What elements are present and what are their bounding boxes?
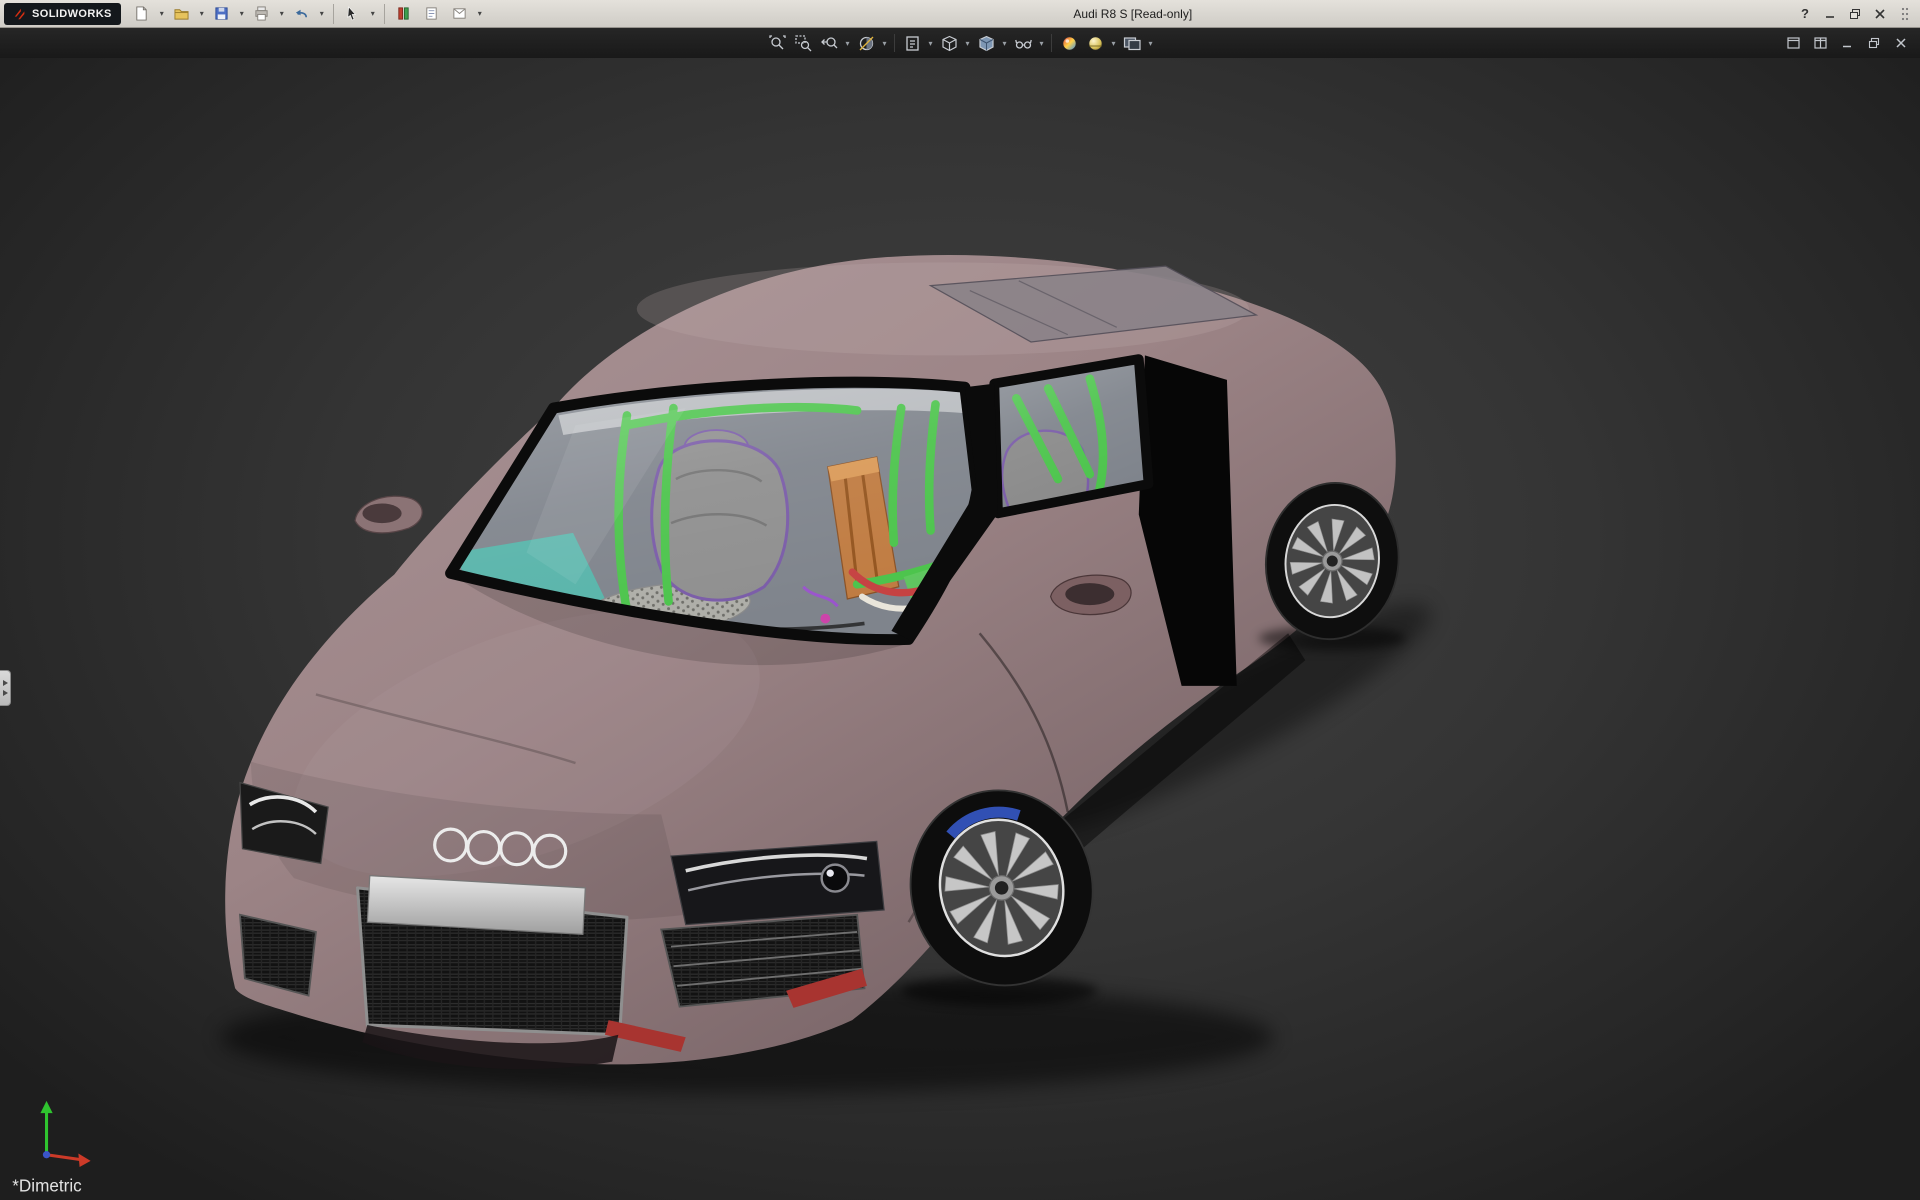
view-settings-button[interactable] [1120, 31, 1144, 55]
view-settings-icon [1123, 35, 1142, 52]
minimize-icon [1824, 8, 1836, 20]
toolbar-separator [333, 4, 334, 24]
zoom-to-fit-icon [769, 35, 786, 52]
window-controls: ? [1796, 5, 1916, 23]
properties-button[interactable] [447, 2, 473, 26]
previous-view-icon [821, 35, 838, 52]
close-document-icon [1895, 37, 1907, 49]
minimize-button[interactable] [1821, 5, 1839, 23]
minimize-document-button[interactable] [1838, 35, 1856, 51]
view-toolbar-separator [1051, 34, 1052, 52]
print-icon [254, 6, 269, 21]
select-button[interactable] [340, 2, 366, 26]
grip-dots-icon [1901, 7, 1909, 21]
side-window[interactable] [994, 359, 1148, 513]
solidworks-logo: SOLIDWORKS [4, 3, 121, 25]
select-cursor-icon [345, 6, 360, 21]
new-document-button[interactable] [129, 2, 155, 26]
save-button[interactable] [209, 2, 235, 26]
view-toolbar-separator [894, 34, 895, 52]
window-grip[interactable] [1896, 5, 1914, 23]
new-window-button[interactable] [1784, 35, 1802, 51]
edit-appearance-sphere-icon [1061, 35, 1078, 52]
right-headlight[interactable] [671, 841, 884, 924]
left-mirror[interactable] [355, 496, 422, 533]
section-view-caret[interactable] [880, 39, 889, 48]
document-title: Audi R8 S [Read-only] [1073, 7, 1192, 21]
view-orientation-cube-icon [941, 35, 958, 52]
undo-icon [294, 6, 309, 21]
view-orientation-label: *Dimetric [12, 1175, 82, 1195]
display-style-icon [978, 35, 995, 52]
properties-caret[interactable] [475, 9, 485, 18]
undo-button[interactable] [289, 2, 315, 26]
brand-text: SOLIDWORKS [32, 8, 112, 20]
restore-icon [1849, 8, 1861, 20]
orientation-triad [40, 1101, 90, 1167]
expand-arrow-icon [3, 690, 8, 696]
restore-document-button[interactable] [1865, 35, 1883, 51]
previous-view-caret[interactable] [843, 39, 852, 48]
heads-up-view-toolbar [765, 31, 1155, 55]
expand-arrow-icon [3, 680, 8, 686]
open-folder-icon [174, 6, 189, 21]
solidworks-logo-icon [13, 7, 27, 21]
help-button[interactable]: ? [1796, 5, 1814, 23]
apply-scene-button[interactable] [1083, 31, 1107, 55]
restore-button[interactable] [1846, 5, 1864, 23]
hide-show-items-button[interactable] [1011, 31, 1035, 55]
properties-icon [452, 6, 467, 21]
new-document-icon [134, 6, 149, 21]
zoom-to-area-icon [795, 35, 812, 52]
document-window-controls [1784, 35, 1920, 51]
design-library-icon [424, 6, 439, 21]
open-caret[interactable] [197, 9, 207, 18]
featuremanager-expand-tab[interactable] [0, 670, 11, 706]
solidworks-window: { "window": { "brand": "SOLIDWORKS", "ti… [0, 0, 1920, 1200]
design-library-button[interactable] [419, 2, 445, 26]
new-window-icon [1787, 37, 1800, 49]
close-icon [1874, 8, 1886, 20]
hide-show-caret[interactable] [1037, 39, 1046, 48]
save-caret[interactable] [237, 9, 247, 18]
graphics-viewport[interactable]: *Dimetric [0, 58, 1920, 1200]
print-button[interactable] [249, 2, 275, 26]
apply-scene-sphere-icon [1087, 35, 1104, 52]
save-floppy-icon [214, 6, 229, 21]
print-caret[interactable] [277, 9, 287, 18]
close-document-button[interactable] [1892, 35, 1910, 51]
minimize-document-icon [1841, 37, 1853, 49]
model-scene: *Dimetric [0, 58, 1920, 1200]
toolbox-button[interactable] [391, 2, 417, 26]
apply-scene-caret[interactable] [1109, 39, 1118, 48]
view-orientation-caret[interactable] [963, 39, 972, 48]
previous-view-button[interactable] [817, 31, 841, 55]
document-toolbar [0, 28, 1920, 58]
zoom-to-area-button[interactable] [791, 31, 815, 55]
new-document-caret[interactable] [157, 9, 167, 18]
display-style-button[interactable] [974, 31, 998, 55]
titlebar: SOLIDWORKS [0, 0, 1920, 28]
display-style-caret[interactable] [1000, 39, 1009, 48]
zoom-to-fit-button[interactable] [765, 31, 789, 55]
view-orientation-button[interactable] [937, 31, 961, 55]
close-button[interactable] [1871, 5, 1889, 23]
annotations-icon [904, 35, 921, 52]
toolbar-separator [384, 4, 385, 24]
annotations-caret[interactable] [926, 39, 935, 48]
view-settings-caret[interactable] [1146, 39, 1155, 48]
hide-show-glasses-icon [1015, 35, 1032, 52]
tile-windows-button[interactable] [1811, 35, 1829, 51]
annotations-button[interactable] [900, 31, 924, 55]
edit-appearance-button[interactable] [1057, 31, 1081, 55]
car-model[interactable] [225, 255, 1396, 1069]
toolbox-icon [396, 6, 411, 21]
restore-document-icon [1868, 37, 1880, 49]
section-view-button[interactable] [854, 31, 878, 55]
select-caret[interactable] [368, 9, 378, 18]
tile-windows-icon [1814, 37, 1827, 49]
open-button[interactable] [169, 2, 195, 26]
section-view-icon [858, 35, 875, 52]
undo-caret[interactable] [317, 9, 327, 18]
